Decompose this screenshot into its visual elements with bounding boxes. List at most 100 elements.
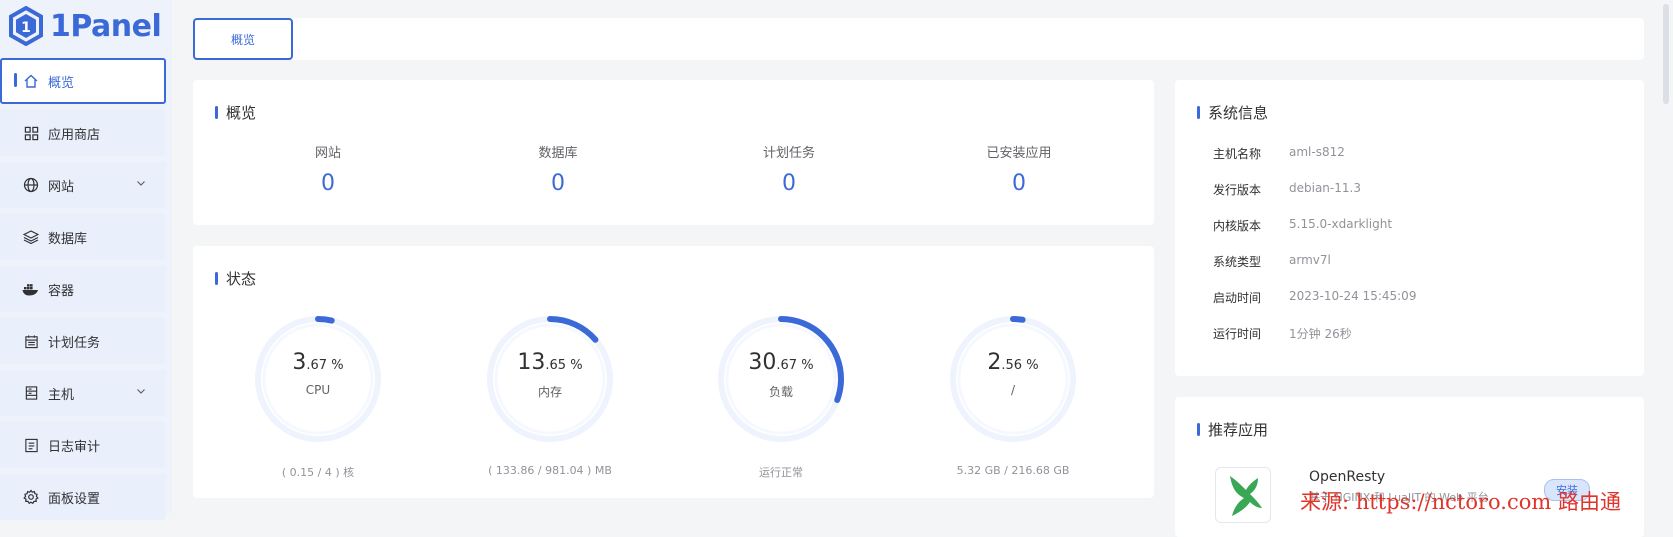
stat-label: 计划任务 — [762, 146, 815, 161]
gauge-footer: ( 0.15 / 4 ) 核 — [281, 466, 355, 479]
chevron-down-icon — [136, 177, 146, 192]
sidebar-item-containers[interactable]: 容器 — [0, 266, 166, 312]
sidebar-item-database[interactable]: 数据库 — [0, 214, 166, 260]
docker-icon — [22, 280, 40, 298]
status-title: 状态 — [215, 268, 256, 289]
gauge-name: CPU — [305, 383, 331, 397]
info-key: 系统类型 — [1213, 255, 1262, 269]
info-row-uptime: 运行时间 1分钟 26秒 — [1213, 325, 1352, 342]
info-row-kernel: 内核版本 5.15.0-xdarklight — [1213, 217, 1392, 234]
title-accent — [215, 272, 218, 285]
gauge-center: 30.67 % 负载 — [711, 350, 851, 400]
stat-label: 已安装应用 — [986, 146, 1052, 161]
grid-icon — [22, 124, 40, 142]
openresty-logo-icon[interactable] — [1215, 467, 1271, 523]
overview-title: 概览 — [215, 102, 256, 123]
layers-icon — [22, 228, 40, 246]
stat-databases[interactable]: 数据库 0 — [488, 142, 628, 196]
title-accent — [215, 106, 218, 119]
info-key: 内核版本 — [1213, 219, 1262, 233]
gear-icon — [22, 488, 40, 506]
info-key: 运行时间 — [1213, 327, 1262, 341]
stat-websites[interactable]: 网站 0 — [258, 142, 398, 196]
sidebar-item-websites[interactable]: 网站 — [0, 162, 166, 208]
sidebar-item-logs[interactable]: 日志审计 — [0, 422, 166, 468]
gauge-footer: ( 133.86 / 981.04 ) MB — [488, 464, 612, 477]
status-title-text: 状态 — [226, 270, 257, 288]
app-name: OpenResty — [1309, 469, 1386, 485]
stat-value: 0 — [321, 171, 335, 196]
globe-icon — [22, 176, 40, 194]
chevron-down-icon — [136, 385, 146, 400]
stat-value: 0 — [1012, 171, 1026, 196]
gauge-value: 30.67 % — [748, 350, 814, 375]
tab-bar: 概览 — [193, 18, 1644, 60]
sidebar: 1 1Panel 概览 应用商店 网站 数据库 容器 计划任务 主机 日志审计 … — [0, 0, 172, 520]
gauge-cpu[interactable]: 3.67 % CPU ( 0.15 / 4 ) 核 — [248, 314, 388, 479]
gauge-name: / — [1010, 383, 1016, 397]
gauge-value: 13.65 % — [517, 350, 583, 375]
gauge-load[interactable]: 30.67 % 负载 运行正常 — [711, 314, 851, 479]
calendar-icon — [22, 332, 40, 350]
stat-label: 数据库 — [538, 146, 578, 161]
info-value: 2023-10-24 15:45:09 — [1289, 289, 1417, 303]
sidebar-menu: 概览 应用商店 网站 数据库 容器 计划任务 主机 日志审计 面板设置 — [0, 58, 166, 526]
gauge-disk[interactable]: 2.56 % / 5.32 GB / 216.68 GB — [943, 314, 1083, 477]
info-row-distro: 发行版本 debian-11.3 — [1213, 181, 1361, 198]
svg-text:1: 1 — [21, 20, 31, 36]
title-accent — [1197, 106, 1200, 119]
gauge-center: 2.56 % / — [943, 350, 1083, 397]
info-value: armv7l — [1289, 253, 1331, 267]
gauge-value: 2.56 % — [987, 350, 1039, 375]
sidebar-item-label: 数据库 — [48, 231, 88, 247]
tab-overview[interactable]: 概览 — [193, 18, 293, 60]
gauge-name: 内存 — [537, 385, 562, 399]
sidebar-item-app-store[interactable]: 应用商店 — [0, 110, 166, 156]
recommended-apps-card: 推荐应用 OpenResty 基于 NGINX 和 LuaJIT 的 Web 平… — [1175, 397, 1644, 537]
system-info-card: 系统信息 主机名称 aml-s812 发行版本 debian-11.3 内核版本 5.… — [1175, 80, 1644, 376]
info-row-boot-time: 启动时间 2023-10-24 15:45:09 — [1213, 289, 1416, 306]
gauge-memory[interactable]: 13.65 % 内存 ( 133.86 / 981.04 ) MB — [480, 314, 620, 477]
logo[interactable]: 1 1Panel — [8, 4, 162, 48]
gauge-value: 3.67 % — [292, 350, 344, 375]
info-row-arch: 系统类型 armv7l — [1213, 253, 1331, 270]
sysinfo-title: 系统信息 — [1197, 102, 1268, 123]
sidebar-item-label: 日志审计 — [48, 439, 101, 455]
scrollbar[interactable] — [1660, 0, 1673, 513]
stat-label: 网站 — [314, 146, 341, 161]
title-accent — [1197, 423, 1200, 436]
server-icon — [22, 384, 40, 402]
info-key: 启动时间 — [1213, 291, 1262, 305]
sidebar-item-overview[interactable]: 概览 — [0, 58, 166, 104]
stat-value: 0 — [551, 171, 565, 196]
sidebar-item-label: 面板设置 — [48, 491, 101, 507]
stat-cron-jobs[interactable]: 计划任务 0 — [719, 142, 859, 196]
watermark-text: 来源: https://nctoro.com 路由通 — [1300, 490, 1621, 514]
sidebar-item-label: 计划任务 — [48, 335, 101, 351]
info-key: 发行版本 — [1213, 183, 1262, 197]
sidebar-item-settings[interactable]: 面板设置 — [0, 474, 166, 520]
home-icon — [22, 72, 40, 90]
recommend-title: 推荐应用 — [1197, 419, 1268, 440]
sidebar-item-label: 概览 — [48, 75, 75, 91]
sidebar-item-label: 应用商店 — [48, 127, 101, 143]
sidebar-item-cron-jobs[interactable]: 计划任务 — [0, 318, 166, 364]
scroll-thumb[interactable] — [1663, 4, 1669, 104]
overview-title-text: 概览 — [226, 104, 257, 122]
recommend-title-text: 推荐应用 — [1208, 421, 1269, 439]
info-value: 1分钟 26秒 — [1289, 327, 1352, 341]
stat-value: 0 — [782, 171, 796, 196]
gauge-name: 负载 — [768, 385, 793, 399]
overview-card: 概览 网站 0 数据库 0 计划任务 0 已安装应用 0 — [193, 80, 1154, 225]
active-indicator — [14, 73, 17, 87]
brand-name: 1Panel — [50, 8, 162, 44]
sidebar-item-label: 主机 — [48, 387, 75, 403]
gauge-footer: 运行正常 — [759, 466, 803, 479]
info-key: 主机名称 — [1213, 147, 1262, 161]
gauge-center: 13.65 % 内存 — [480, 350, 620, 400]
logo-hexagon-icon: 1 — [9, 6, 43, 46]
sidebar-item-host[interactable]: 主机 — [0, 370, 166, 416]
log-icon — [22, 436, 40, 454]
stat-installed-apps[interactable]: 已安装应用 0 — [949, 142, 1089, 196]
sidebar-item-label: 容器 — [48, 283, 75, 299]
